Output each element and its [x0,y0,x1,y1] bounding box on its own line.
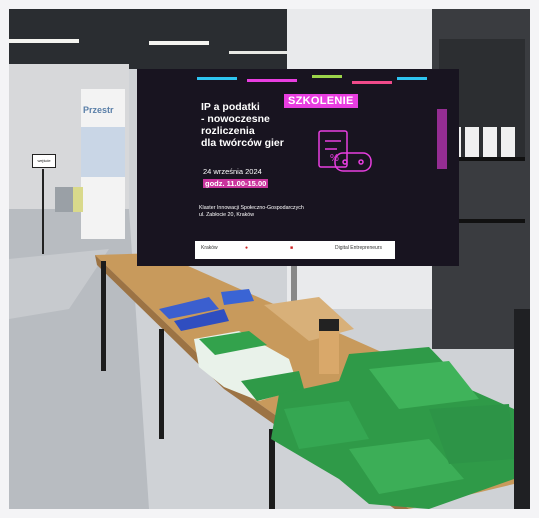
red-logo-icon: ■ [290,245,294,251]
banner-graphic [81,127,125,177]
sponsor-logos: Kraków ● ■ Digital Entrepreneurs [195,241,395,259]
event-photo: wejście Przestr % SZKOLENIE IP a podatki… [9,9,530,509]
dark-post [514,309,530,509]
info-sign: wejście [32,154,56,168]
bin [55,187,73,212]
banner-text: Przestr [83,105,114,115]
brochure [465,127,479,157]
pens [319,319,339,331]
brochure [483,127,497,157]
ceiling-light [9,39,79,43]
venue-line: Klaster Innowacji Społeczno-Gospodarczyc… [199,205,304,211]
slide-date: 24 września 2024 [203,167,262,176]
red-logo-icon: ● [245,245,249,251]
venue-line: ul. Zabłocie 20, Kraków [199,212,255,218]
digital-logo: Digital Entrepreneurs [335,245,382,251]
bin [73,187,83,212]
krakow-logo: Kraków [201,245,218,251]
slide-time: godz. 11.00-15.00 [203,179,269,188]
photo-frame: wejście Przestr % SZKOLENIE IP a podatki… [0,0,539,518]
brochure [501,127,515,157]
deco-stripe [397,77,427,80]
slide-title: IP a podatki - nowoczesne rozliczenia dl… [201,101,284,149]
tv-screen: % SZKOLENIE IP a podatki - nowoczesne ro… [137,69,459,266]
slide-venue: Klaster Innowacji Społeczno-Gospodarczyc… [199,205,399,219]
percent-icon: % [330,153,339,164]
table-leg [159,329,164,439]
ceiling-light [149,41,209,45]
deco-stripe [312,75,342,78]
deco-stripe [247,79,297,82]
table-leg [269,429,275,509]
deco-block [437,109,447,169]
deco-stripe [352,81,392,84]
table-leg [101,261,106,371]
deco-stripe [197,77,237,80]
gamepad-icon [334,152,372,172]
pen-cup [319,329,339,374]
